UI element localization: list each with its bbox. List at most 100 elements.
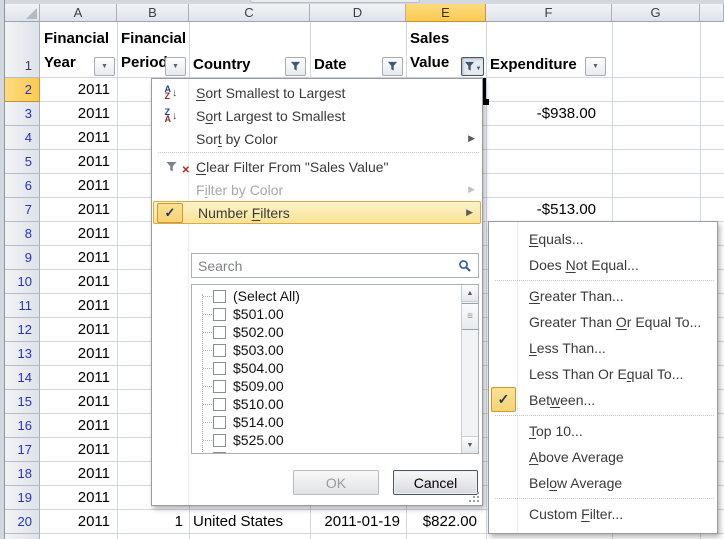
menu-item-sort-largest-to-smallest[interactable]: ZA ↓ Sort Largest to Smallest (152, 104, 482, 127)
checkbox[interactable] (213, 290, 226, 303)
cell-a19[interactable]: 2011 (40, 486, 110, 510)
checkbox[interactable] (213, 434, 226, 447)
cell-e20[interactable]: $822.00 (406, 510, 477, 534)
menu-resize-grip[interactable] (469, 492, 479, 502)
checkbox[interactable] (213, 398, 226, 411)
row-header-4[interactable]: 4 (5, 126, 40, 150)
menu-item-sort-smallest-to-largest[interactable]: AZ ↓ Sort Smallest to Largest (152, 81, 482, 104)
row-header-14[interactable]: 14 (5, 366, 40, 390)
cell-a4[interactable]: 2011 (40, 126, 110, 150)
cell-a17[interactable]: 2011 (40, 438, 110, 462)
cell-a6[interactable]: 2011 (40, 174, 110, 198)
row-header-2-selected[interactable]: 2 (5, 78, 40, 102)
cell-a18[interactable]: 2011 (40, 462, 110, 486)
menu-item-number-filters[interactable]: ✓ Number Filters ▶ (153, 201, 481, 224)
submenu-item-less-than-or-equal-to[interactable]: Less Than Or Equal To... (489, 361, 717, 387)
row-header-5[interactable]: 5 (5, 150, 40, 174)
cell-c20[interactable]: United States (193, 510, 308, 534)
row-header-19[interactable]: 19 (5, 486, 40, 510)
cell-d20[interactable]: 2011-01-19 (310, 510, 400, 534)
checkbox[interactable] (213, 416, 226, 429)
list-item-value[interactable]: $525.00 (192, 431, 461, 449)
cell-b20[interactable]: 1 (117, 510, 183, 534)
row-header-13[interactable]: 13 (5, 342, 40, 366)
scrollbar-thumb[interactable]: ≡ (462, 303, 478, 330)
menu-item-sort-by-color[interactable]: Sort by Color ▶ (152, 127, 482, 150)
submenu-item-does-not-equal[interactable]: Does Not Equal... (489, 252, 717, 278)
cell-a13[interactable]: 2011 (40, 342, 110, 366)
row-header-16[interactable]: 16 (5, 414, 40, 438)
filter-button-financial-year[interactable]: ▼ (94, 57, 115, 76)
list-scrollbar[interactable]: ▲ ≡ ▼ (461, 285, 478, 453)
submenu-item-top-10[interactable]: Top 10... (489, 418, 717, 444)
list-item-value[interactable]: $503.00 (192, 341, 461, 359)
filter-button-sales-value-open[interactable]: ▼ (461, 57, 484, 76)
submenu-item-equals[interactable]: Equals... (489, 226, 717, 252)
row-header-18[interactable]: 18 (5, 462, 40, 486)
submenu-item-greater-than[interactable]: Greater Than... (489, 283, 717, 309)
list-item-value[interactable]: $501.00 (192, 305, 461, 323)
cell-a20[interactable]: 2011 (40, 510, 110, 534)
filter-button-expenditure[interactable]: ▼ (585, 57, 606, 76)
submenu-item-greater-than-or-equal-to[interactable]: Greater Than Or Equal To... (489, 309, 717, 335)
cell-a5[interactable]: 2011 (40, 150, 110, 174)
row-header-10[interactable]: 10 (5, 270, 40, 294)
cell-a15[interactable]: 2011 (40, 390, 110, 414)
cell-a7[interactable]: 2011 (40, 198, 110, 222)
list-item-select-all[interactable]: (Select All) (192, 287, 461, 305)
cell-f7[interactable]: -$513.00 (486, 198, 596, 222)
cell-a12[interactable]: 2011 (40, 318, 110, 342)
ok-button-disabled[interactable]: OK (293, 470, 379, 495)
cell-f3[interactable]: -$938.00 (486, 102, 596, 126)
row-header-11[interactable]: 11 (5, 294, 40, 318)
row-header-17[interactable]: 17 (5, 438, 40, 462)
column-header-c[interactable]: C (189, 4, 310, 22)
filter-button-country-filtered[interactable] (285, 57, 306, 76)
row-header-20[interactable]: 20 (5, 510, 40, 534)
column-header-b[interactable]: B (117, 4, 189, 22)
column-header-d[interactable]: D (310, 4, 406, 22)
list-item-value[interactable]: $509.00 (192, 377, 461, 395)
cancel-button[interactable]: Cancel (393, 470, 478, 495)
list-item-value[interactable]: $502.00 (192, 323, 461, 341)
cell-a2[interactable]: 2011 (40, 78, 110, 102)
menu-item-clear-filter[interactable]: ✕ Clear Filter From "Sales Value" (152, 155, 482, 178)
list-item-value[interactable]: $510.00 (192, 395, 461, 413)
column-header-a[interactable]: A (40, 4, 117, 22)
submenu-item-below-average[interactable]: Below Average (489, 470, 717, 496)
submenu-item-above-average[interactable]: Above Average (489, 444, 717, 470)
row-header-9[interactable]: 9 (5, 246, 40, 270)
submenu-item-less-than[interactable]: Less Than... (489, 335, 717, 361)
select-all-corner[interactable] (5, 4, 40, 22)
filter-button-financial-period[interactable]: ▼ (165, 57, 186, 76)
row-header-3[interactable]: 3 (5, 102, 40, 126)
fill-handle[interactable] (483, 99, 489, 105)
checkbox[interactable] (213, 380, 226, 393)
list-item-value[interactable]: $514.00 (192, 413, 461, 431)
checkbox[interactable] (213, 326, 226, 339)
row-header-6[interactable]: 6 (5, 174, 40, 198)
checkbox[interactable] (213, 344, 226, 357)
row-header-8[interactable]: 8 (5, 222, 40, 246)
cell-a16[interactable]: 2011 (40, 414, 110, 438)
submenu-item-between-checked[interactable]: ✓ Between... (489, 387, 717, 413)
filter-button-date-filtered[interactable] (382, 57, 403, 76)
column-header-e-selected[interactable]: E (406, 4, 486, 22)
checkbox[interactable] (213, 308, 226, 321)
row-header-12[interactable]: 12 (5, 318, 40, 342)
column-header-g[interactable]: G (612, 4, 700, 22)
scrollbar-up-button[interactable]: ▲ (462, 285, 478, 302)
row-header-7[interactable]: 7 (5, 198, 40, 222)
row-header-15[interactable]: 15 (5, 390, 40, 414)
cell-a3[interactable]: 2011 (40, 102, 110, 126)
cell-a10[interactable]: 2011 (40, 270, 110, 294)
cell-a8[interactable]: 2011 (40, 222, 110, 246)
cell-a9[interactable]: 2011 (40, 246, 110, 270)
checkbox[interactable] (213, 362, 226, 375)
list-item-value[interactable]: $504.00 (192, 359, 461, 377)
cell-a14[interactable]: 2011 (40, 366, 110, 390)
row-header-1[interactable]: 1 (5, 22, 40, 78)
filter-search-input[interactable]: Search (191, 253, 479, 278)
cell-a11[interactable]: 2011 (40, 294, 110, 318)
column-header-f[interactable]: F (486, 4, 612, 22)
